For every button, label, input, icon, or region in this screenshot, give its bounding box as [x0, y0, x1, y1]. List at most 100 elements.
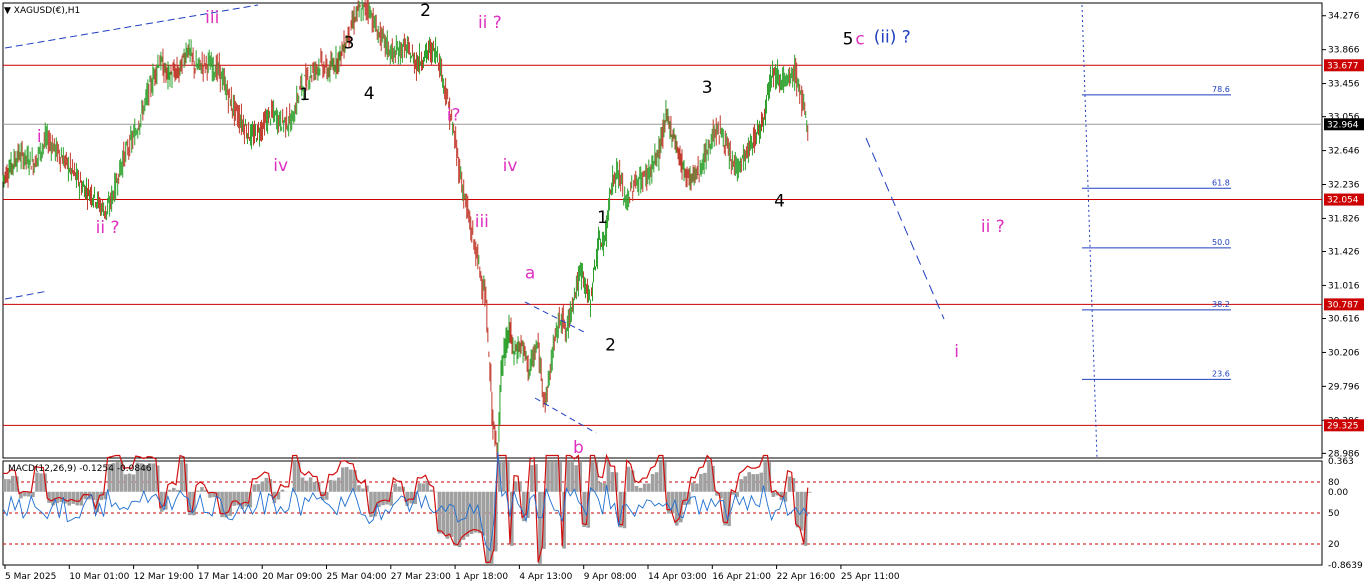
- macd-bar: [610, 472, 615, 492]
- wave-label: iii: [205, 8, 219, 28]
- macd-bar: [99, 491, 104, 501]
- macd-bar: [75, 491, 80, 506]
- wave-label: 3: [344, 34, 355, 54]
- macd-bar: [304, 480, 309, 492]
- macd-bar: [151, 463, 156, 492]
- macd-bar: [131, 474, 136, 492]
- macd-bar: [530, 465, 534, 492]
- wave-label: 3: [702, 78, 713, 98]
- macd-bar: [469, 491, 474, 535]
- macd-bar: [341, 467, 345, 492]
- macd-bar: [264, 477, 269, 492]
- macd-bar: [634, 485, 639, 492]
- macd-bar: [232, 491, 236, 506]
- x-tick-label: 9 Apr 08:00: [584, 572, 637, 582]
- trend-line-upper: [4, 4, 259, 49]
- macd-bar: [39, 473, 43, 492]
- macd-bar: [755, 474, 760, 492]
- x-tick-label: 12 Mar 19:00: [134, 572, 194, 582]
- candles: [2, 0, 809, 468]
- x-tick-label: 25 Mar 04:00: [327, 572, 387, 582]
- macd-tick-label: -0.8639: [1328, 561, 1363, 571]
- macd-bar: [574, 465, 578, 492]
- macd-bar: [747, 472, 752, 492]
- x-tick-label: 4 Apr 13:00: [519, 572, 572, 582]
- macd-bar: [176, 489, 180, 492]
- macd-bar: [666, 491, 671, 514]
- macd-bar: [127, 473, 132, 492]
- macd-bar: [336, 477, 341, 492]
- fib-level-label: 61.8: [1212, 178, 1230, 187]
- price-chart[interactable]: 34.27633.86633.45633.05632.64632.23631.8…: [0, 0, 1366, 588]
- y-tick-label: 32.236: [1328, 181, 1360, 191]
- macd-bar: [71, 491, 76, 504]
- y-tick-label: 31.826: [1328, 214, 1360, 224]
- macd-bar: [642, 483, 647, 492]
- x-tick-label: 14 Apr 03:00: [648, 572, 707, 582]
- wave-label: (ii) ?: [874, 28, 911, 48]
- macd-bar: [485, 491, 490, 564]
- wave-label: i?: [447, 105, 461, 125]
- current-price-label: 32.964: [1327, 120, 1359, 130]
- wave-label: a: [525, 263, 535, 283]
- macd-bar: [377, 491, 381, 508]
- y-tick-label: 30.206: [1328, 348, 1360, 358]
- wave-label: c: [855, 29, 864, 49]
- wave-label: ii ?: [96, 218, 120, 238]
- macd-bar: [357, 485, 361, 492]
- macd-bar: [501, 462, 506, 492]
- macd-bar: [695, 483, 699, 492]
- macd-bar: [739, 479, 743, 492]
- macd-bar: [3, 479, 7, 492]
- fib-level-label: 78.6: [1212, 85, 1230, 94]
- fib-level-label: 23.6: [1212, 369, 1230, 378]
- macd-bar: [654, 472, 659, 492]
- macd-bar: [292, 462, 297, 492]
- macd-bar: [437, 491, 442, 534]
- macd-bar: [546, 462, 550, 492]
- macd-bar: [566, 462, 570, 492]
- macd-bar: [328, 480, 333, 492]
- macd-bar: [445, 491, 450, 539]
- macd-bar: [196, 490, 200, 492]
- y-tick-label: 29.796: [1328, 382, 1360, 392]
- y-tick-label: 33.456: [1328, 80, 1360, 90]
- wave-label: iv: [503, 156, 518, 176]
- macd-bar: [409, 491, 414, 504]
- x-tick-label: 20 Mar 09:00: [262, 572, 322, 582]
- macd-level-label: 50: [1328, 509, 1340, 519]
- macd-title: MACD(12,26,9) -0.1254 -0.0846: [8, 464, 152, 474]
- wave-label: 2: [605, 335, 616, 355]
- macd-bar: [345, 467, 349, 492]
- macd-bar: [300, 477, 305, 492]
- y-tick-label: 31.426: [1328, 248, 1360, 258]
- macd-bar: [650, 474, 655, 492]
- wave-label: i: [954, 342, 959, 362]
- macd-bar: [626, 466, 631, 492]
- macd-bar: [703, 472, 707, 492]
- macd-bar: [570, 462, 574, 492]
- macd-bar: [83, 491, 88, 500]
- wave-channel-bottom: [534, 397, 597, 434]
- wave-label: ii ?: [981, 217, 1005, 237]
- macd-bar: [332, 480, 337, 492]
- trend-line-lower: [4, 290, 49, 300]
- macd-bar: [381, 491, 385, 506]
- wave-label: 1: [299, 85, 310, 105]
- price-level-label: 30.787: [1327, 300, 1359, 310]
- macd-tick-label: 0.363: [1328, 457, 1354, 467]
- macd-bar: [743, 476, 747, 492]
- wave-label: ii ?: [478, 13, 502, 33]
- fib-level-label: 50.0: [1212, 238, 1230, 247]
- wave-label: 4: [774, 192, 785, 212]
- macd-bar: [361, 488, 365, 492]
- x-tick-label: 10 Mar 01:00: [69, 572, 129, 582]
- macd-bar: [159, 491, 164, 512]
- macd-bar: [67, 491, 71, 506]
- macd-panel-frame: [2, 460, 1323, 566]
- macd-bar: [691, 482, 695, 492]
- macd-bar: [554, 462, 558, 492]
- macd-bar: [35, 472, 39, 492]
- price-level-label: 32.054: [1327, 196, 1359, 206]
- macd-bar: [465, 491, 470, 537]
